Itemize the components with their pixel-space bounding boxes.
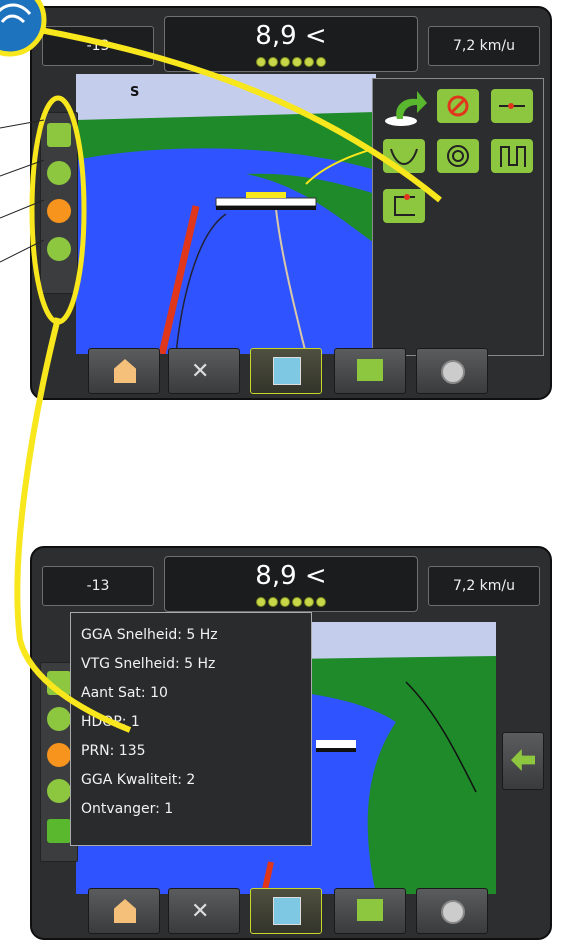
ab-line-icon[interactable]: [491, 89, 533, 123]
guidance-view-icon: [273, 897, 301, 925]
gps-led: [280, 57, 290, 67]
gps-led: [316, 597, 326, 607]
ab-curve-icon[interactable]: [383, 139, 425, 173]
ground-speed-value: 7,2 km/u: [452, 38, 516, 54]
receiver-value: Ontvanger: 1: [81, 801, 174, 817]
home-button[interactable]: [88, 888, 160, 934]
boundary-icon[interactable]: [47, 199, 71, 223]
gps-status-leds: [165, 57, 417, 67]
gps-status-panel: GGA Snelheid: 5 Hz VTG Snelheid: 5 Hz Aa…: [70, 612, 312, 846]
last-pass-icon[interactable]: [383, 189, 425, 223]
gga-quality: GGA Kwaliteit: 2: [81, 772, 196, 788]
gps-led: [256, 57, 266, 67]
guidance-view-button[interactable]: [250, 348, 322, 394]
guidance-view-icon: [273, 357, 301, 385]
bottom-nav-bar: ✕: [88, 348, 508, 394]
cross-track-error: -13: [42, 566, 154, 606]
back-arrow-icon: [511, 749, 535, 771]
vtg-rate: VTG Snelheid: 5 Hz: [81, 656, 216, 672]
top-console: -13 8,9 < 7,2 km/u S ✕: [30, 6, 552, 400]
side-tab-bar: [40, 112, 78, 294]
adaptive-curve-icon[interactable]: [491, 139, 533, 173]
no-entry-icon[interactable]: [437, 89, 479, 123]
marking-button[interactable]: [334, 888, 406, 934]
return-to-point-icon[interactable]: [383, 87, 427, 127]
home-icon: [114, 899, 136, 923]
cross-track-value: -13: [86, 578, 110, 594]
guidance-view-button[interactable]: [250, 888, 322, 934]
tools-icon: ✕: [191, 359, 210, 384]
camera-icon: [441, 900, 465, 924]
status-bar: -13 8,9 < 7,2 km/u: [42, 556, 540, 612]
speed-value: 8,9 <: [255, 21, 327, 51]
tools-button[interactable]: ✕: [168, 348, 240, 394]
marking-icon: [357, 899, 383, 921]
home-button[interactable]: [88, 348, 160, 394]
gps-led: [256, 597, 266, 607]
guidance-view[interactable]: S: [76, 74, 376, 354]
circle-pivot-icon[interactable]: [437, 139, 479, 173]
home-icon: [114, 359, 136, 383]
steering-wheel-icon[interactable]: [47, 237, 71, 261]
speed-display[interactable]: 8,9 <: [164, 556, 418, 612]
back-button[interactable]: [502, 732, 544, 790]
tools-icon: ✕: [191, 899, 210, 924]
tractor-icon[interactable]: [47, 671, 71, 695]
steering-wheel-icon[interactable]: [47, 779, 71, 803]
gps-led: [316, 57, 326, 67]
bottom-console: -13 8,9 < 7,2 km/u S GGA: [30, 546, 552, 940]
tractor-icon[interactable]: [47, 123, 71, 147]
gps-led: [268, 57, 278, 67]
gps-led: [304, 597, 314, 607]
compass-label: S: [130, 85, 139, 100]
camera-icon: [441, 360, 465, 384]
marking-icon: [357, 359, 383, 381]
camera-button[interactable]: [416, 348, 488, 394]
gps-led: [292, 597, 302, 607]
curve-guidance-icon[interactable]: [47, 161, 71, 185]
gps-led: [304, 57, 314, 67]
gps-led: [268, 597, 278, 607]
vehicle-view-icon[interactable]: [47, 819, 71, 843]
gps-led: [292, 57, 302, 67]
tools-button[interactable]: ✕: [168, 888, 240, 934]
cross-track-value: -13: [86, 38, 110, 54]
ground-speed-value: 7,2 km/u: [452, 578, 516, 594]
gps-led: [280, 597, 290, 607]
ground-speed: 7,2 km/u: [428, 566, 540, 606]
status-bar: -13 8,9 < 7,2 km/u: [42, 16, 540, 72]
bottom-nav-bar: ✕: [88, 888, 508, 934]
ground-speed: 7,2 km/u: [428, 26, 540, 66]
prn-value: PRN: 135: [81, 743, 146, 759]
marking-button[interactable]: [334, 348, 406, 394]
field-scene: S: [76, 74, 376, 354]
speed-display[interactable]: 8,9 <: [164, 16, 418, 72]
gga-rate: GGA Snelheid: 5 Hz: [81, 627, 218, 643]
cross-track-error: -13: [42, 26, 154, 66]
speed-value: 8,9 <: [255, 561, 327, 591]
curve-guidance-icon[interactable]: [47, 707, 71, 731]
guidance-mode-panel: [372, 78, 544, 356]
hdop-value: HDOP: 1: [81, 714, 140, 730]
camera-button[interactable]: [416, 888, 488, 934]
gps-status-leds: [165, 597, 417, 607]
satellite-count: Aant Sat: 10: [81, 685, 168, 701]
boundary-icon[interactable]: [47, 743, 71, 767]
